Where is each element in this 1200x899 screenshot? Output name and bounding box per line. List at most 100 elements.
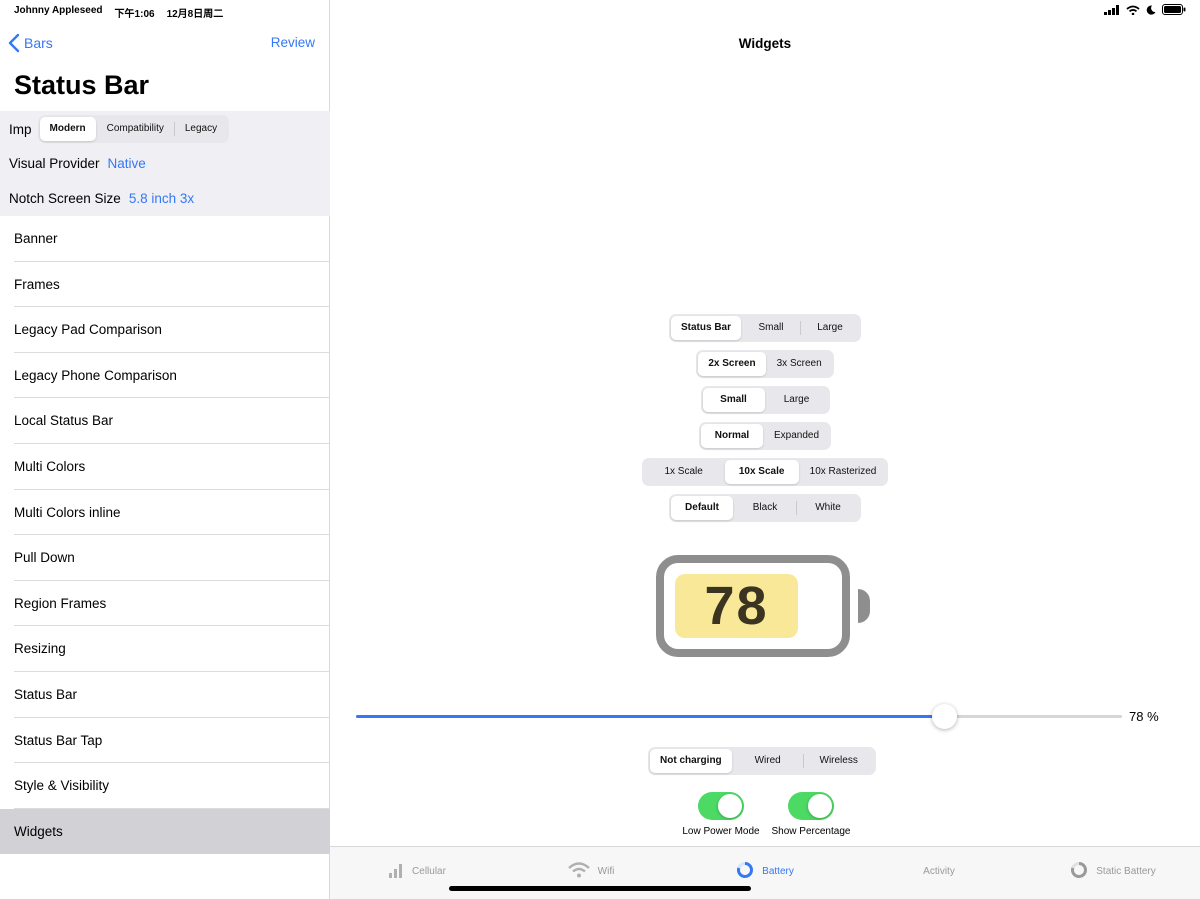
segment-compatibility[interactable]: Compatibility (97, 117, 174, 141)
segment-10x-scale[interactable]: 10x Scale (724, 460, 799, 484)
tab-activity[interactable]: Activity (852, 847, 1026, 899)
tab-label: Wifi (597, 865, 615, 877)
home-indicator (449, 886, 751, 891)
switch-knob (808, 794, 832, 818)
cellular-icon (388, 862, 404, 881)
visual-provider-label: Visual Provider (9, 156, 100, 171)
widget-option-control-4[interactable]: Normal Expanded (698, 422, 832, 450)
sidebar-item-legacy-pad-comparison[interactable]: Legacy Pad Comparison (0, 307, 330, 353)
segment-white[interactable]: White (797, 496, 859, 520)
segment-wired[interactable]: Wired (733, 749, 803, 773)
widget-controls: Status Bar Small Large 2x Screen 3x Screen Sm… (330, 314, 1200, 522)
chevron-left-icon (8, 33, 20, 53)
sidebar-item-widgets[interactable]: Widgets (0, 808, 330, 855)
battery-body: 78 (656, 555, 850, 657)
segment-3x-screen[interactable]: 3x Screen (767, 352, 832, 376)
notch-size-label: Notch Screen Size (9, 191, 121, 206)
sidebar-item-local-status-bar[interactable]: Local Status Bar (0, 398, 330, 444)
widget-option-control-5[interactable]: 1x Scale 10x Scale 10x Rasterized (641, 458, 889, 486)
show-percentage-label: Show Percentage (771, 826, 851, 837)
battery-nub (858, 589, 870, 623)
battery-level-slider[interactable] (356, 703, 1122, 729)
slider-value: 78 % (1129, 709, 1159, 724)
status-date: 12月8日周二 (166, 9, 224, 20)
widget-option-control-3[interactable]: Small Large (700, 386, 830, 414)
battery-widget: 78 (656, 555, 876, 660)
notch-size-value[interactable]: 5.8 inch 3x (129, 191, 194, 206)
visual-provider-row: Visual Provider Native (9, 156, 146, 171)
slider-thumb[interactable] (932, 704, 958, 729)
sidebar-item-status-bar-tap[interactable]: Status Bar Tap (0, 718, 330, 764)
page-title: Status Bar (14, 70, 150, 100)
tab-label: Cellular (412, 865, 446, 877)
notch-size-row: Notch Screen Size 5.8 inch 3x (9, 191, 194, 206)
segment-legacy[interactable]: Legacy (175, 117, 227, 141)
widget-option-control-6[interactable]: Default Black White (669, 494, 861, 522)
tab-battery[interactable]: Battery (678, 847, 852, 899)
toggle-group: Low Power Mode Show Percentage (680, 792, 852, 837)
screen: Bars Review Status Bar Imp Modern Compati… (0, 0, 1200, 899)
battery-percentage-text: 78 (704, 576, 769, 636)
sidebar-item-legacy-phone-comparison[interactable]: Legacy Phone Comparison (0, 353, 330, 399)
sidebar-item-status-bar[interactable]: Status Bar (0, 672, 330, 718)
tab-label: Activity (923, 865, 955, 877)
main-content: Widgets Status Bar Small Large 2x Screen 3x … (330, 0, 1200, 899)
segment-not-charging[interactable]: Not charging (650, 749, 732, 773)
segment-large[interactable]: Large (766, 388, 828, 412)
review-button[interactable]: Review (271, 35, 315, 50)
back-button[interactable]: Bars (8, 33, 53, 53)
sidebar-item-banner[interactable]: Banner (0, 216, 330, 262)
show-percentage-switch[interactable] (788, 792, 834, 820)
segment-expanded[interactable]: Expanded (764, 424, 829, 448)
toggle-show-percentage: Show Percentage (770, 792, 852, 837)
sidebar-item-resizing[interactable]: Resizing (0, 626, 330, 672)
segment-2x-screen[interactable]: 2x Screen (698, 352, 766, 376)
back-label: Bars (24, 35, 53, 51)
imp-label: Imp (9, 121, 32, 137)
imp-row: Imp Modern Compatibility Legacy (9, 115, 230, 143)
segment-small[interactable]: Small (702, 388, 765, 412)
sidebar-item-pull-down[interactable]: Pull Down (0, 535, 330, 581)
segment-status-bar[interactable]: Status Bar (670, 316, 741, 340)
segment-small[interactable]: Small (742, 316, 800, 340)
wifi-icon (567, 861, 590, 881)
segment-default[interactable]: Default (671, 496, 733, 520)
settings-panel: Imp Modern Compatibility Legacy Visual Pro… (0, 111, 330, 216)
widget-option-control-1[interactable]: Status Bar Small Large (668, 314, 861, 342)
toggle-low-power-mode: Low Power Mode (680, 792, 762, 837)
widget-option-control-2[interactable]: 2x Screen 3x Screen (696, 350, 834, 378)
charging-control-wrap: Not charging Wired Wireless (648, 747, 876, 775)
tab-label: Static Battery (1096, 865, 1156, 877)
segment-large[interactable]: Large (801, 316, 859, 340)
battery-ring-icon (736, 861, 754, 882)
imp-segmented-control[interactable]: Modern Compatibility Legacy (37, 115, 230, 143)
slider-fill (356, 715, 945, 718)
low-power-mode-label: Low Power Mode (682, 826, 760, 837)
segment-black[interactable]: Black (734, 496, 796, 520)
switch-knob (718, 794, 742, 818)
segment-modern[interactable]: Modern (39, 117, 96, 141)
tab-label: Battery (762, 865, 794, 877)
sidebar-item-style-visibility[interactable]: Style & Visibility (0, 763, 330, 809)
tab-wifi[interactable]: Wifi (504, 847, 678, 899)
sidebar-item-frames[interactable]: Frames (0, 262, 330, 308)
sidebar-item-region-frames[interactable]: Region Frames (0, 581, 330, 627)
status-user-name: Johnny Appleseed (14, 5, 103, 16)
sidebar: Bars Review Status Bar Imp Modern Compati… (0, 0, 330, 899)
status-time: 下午1:06 (114, 9, 155, 20)
visual-provider-value[interactable]: Native (108, 156, 146, 171)
charging-segmented-control[interactable]: Not charging Wired Wireless (648, 747, 876, 775)
segment-10x-rasterized[interactable]: 10x Rasterized (800, 460, 887, 484)
tab-cellular[interactable]: Cellular (330, 847, 504, 899)
segment-normal[interactable]: Normal (700, 424, 763, 448)
segment-wireless[interactable]: Wireless (804, 749, 874, 773)
tab-static-battery[interactable]: Static Battery (1026, 847, 1200, 899)
sidebar-item-multi-colors-inline[interactable]: Multi Colors inline (0, 490, 330, 536)
sidebar-item-multi-colors[interactable]: Multi Colors (0, 444, 330, 490)
segment-1x-scale[interactable]: 1x Scale (644, 460, 724, 484)
static-battery-icon (1070, 861, 1088, 882)
tab-bar: Cellular Wifi Battery Activity Static Batter… (330, 846, 1200, 899)
battery-fill: 78 (675, 574, 798, 638)
main-title: Widgets (738, 36, 792, 51)
low-power-mode-switch[interactable] (698, 792, 744, 820)
